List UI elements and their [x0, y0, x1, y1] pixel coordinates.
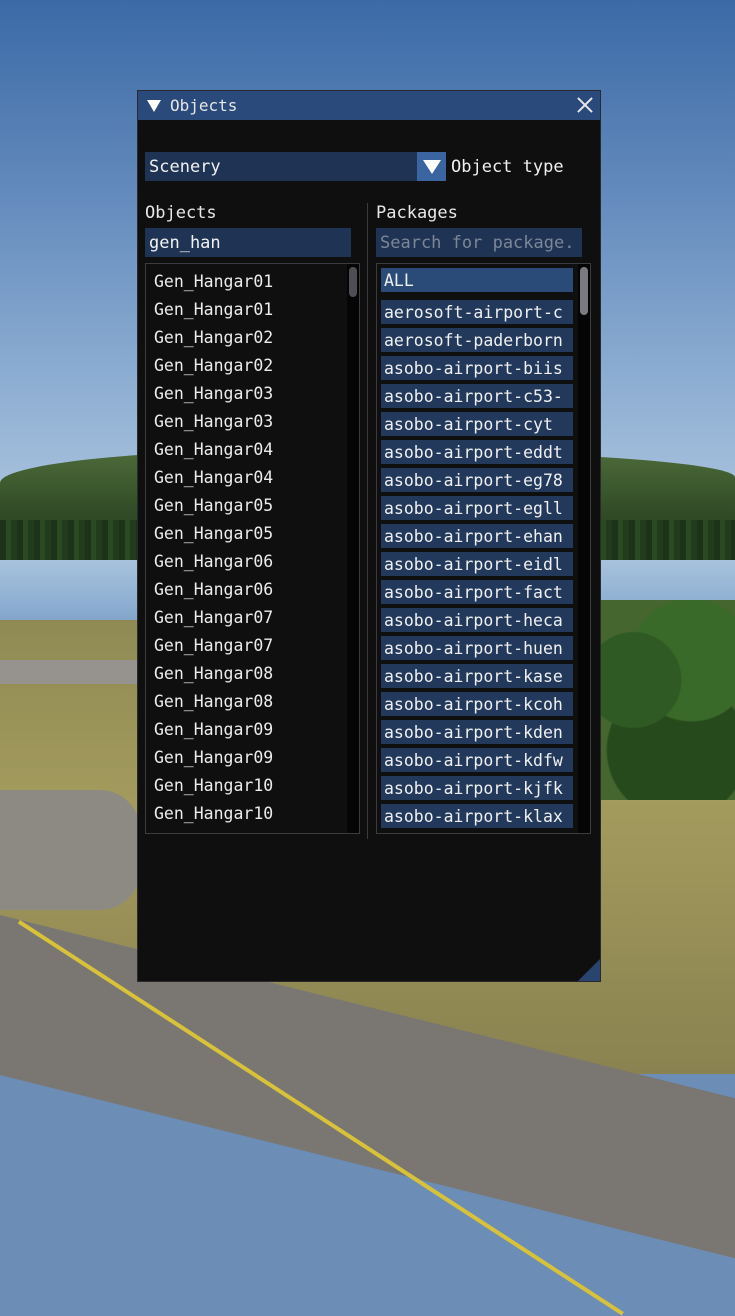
package-list-item[interactable]: asobo-airport-heca: [381, 608, 573, 632]
apron-background: [0, 790, 140, 910]
package-list-item[interactable]: asobo-airport-cyt: [381, 412, 573, 436]
taxiway-background: [0, 660, 140, 684]
object-list-item[interactable]: Gen_Hangar07: [154, 608, 273, 627]
object-list-item[interactable]: Gen_Hangar01: [154, 272, 273, 291]
object-list-item[interactable]: Gen_Hangar02: [154, 328, 273, 347]
objects-scrollbar[interactable]: [347, 264, 359, 833]
object-list-item[interactable]: Gen_Hangar06: [154, 580, 273, 599]
package-list-item[interactable]: asobo-airport-eidl: [381, 552, 573, 576]
object-list-item[interactable]: Gen_Hangar06: [154, 552, 273, 571]
object-list-item[interactable]: Gen_Hangar04: [154, 468, 273, 487]
objects-list[interactable]: Gen_Hangar01 Gen_Hangar01 Gen_Hangar02 Gen_…: [145, 263, 360, 834]
package-list-item[interactable]: asobo-airport-kcoh: [381, 692, 573, 716]
window-titlebar[interactable]: Objects: [138, 91, 600, 120]
packages-scroll-thumb[interactable]: [580, 267, 588, 315]
objects-scroll-thumb[interactable]: [349, 267, 357, 297]
object-list-item[interactable]: Gen_Hangar01: [154, 300, 273, 319]
objects-filter-input[interactable]: gen_han: [145, 228, 351, 257]
trees-background: [590, 600, 735, 800]
objects-header: Objects: [145, 203, 217, 223]
package-list-item[interactable]: asobo-airport-ehan: [381, 524, 573, 548]
object-list-item[interactable]: Gen_Hangar08: [154, 692, 273, 711]
packages-header: Packages: [376, 203, 458, 223]
object-list-item[interactable]: Gen_Hangar10: [154, 804, 273, 823]
object-list-item[interactable]: Gen_Hangar10: [154, 776, 273, 795]
package-list-item[interactable]: asobo-airport-kden: [381, 720, 573, 744]
object-list-item[interactable]: Gen_Hangar09: [154, 720, 273, 739]
package-list-item[interactable]: asobo-airport-kjfk: [381, 776, 573, 800]
object-list-item[interactable]: Gen_Hangar03: [154, 384, 273, 403]
object-list-item[interactable]: Gen_Hangar04: [154, 440, 273, 459]
package-list-item[interactable]: asobo-airport-eg78: [381, 468, 573, 492]
close-icon[interactable]: [575, 95, 595, 115]
package-list-item[interactable]: asobo-airport-biis: [381, 356, 573, 380]
package-list-item[interactable]: aerosoft-airport-c: [381, 300, 573, 324]
package-item-all[interactable]: ALL: [381, 268, 573, 292]
package-list-item[interactable]: asobo-airport-fact: [381, 580, 573, 604]
package-list-item[interactable]: asobo-airport-eddt: [381, 440, 573, 464]
package-list-item[interactable]: asobo-airport-kase: [381, 664, 573, 688]
packages-scrollbar[interactable]: [578, 264, 590, 833]
package-search-input[interactable]: Search for package.: [376, 228, 582, 257]
object-list-item[interactable]: Gen_Hangar03: [154, 412, 273, 431]
package-list-item[interactable]: asobo-airport-huen: [381, 636, 573, 660]
collapse-triangle-icon[interactable]: [147, 100, 161, 112]
object-list-item[interactable]: Gen_Hangar07: [154, 636, 273, 655]
window-title: Objects: [170, 96, 238, 115]
object-list-item[interactable]: Gen_Hangar09: [154, 748, 273, 767]
package-list-item[interactable]: asobo-airport-kdfw: [381, 748, 573, 772]
object-type-label: Object type: [451, 157, 564, 177]
objects-window: Objects Scenery Object type Objects Pack…: [137, 90, 601, 982]
object-list-item[interactable]: Gen_Hangar05: [154, 496, 273, 515]
object-type-value: Scenery: [149, 157, 221, 177]
column-divider[interactable]: [367, 203, 368, 839]
dropdown-arrow-icon[interactable]: [417, 152, 446, 181]
object-type-combo[interactable]: Scenery: [145, 152, 446, 181]
object-list-item[interactable]: Gen_Hangar08: [154, 664, 273, 683]
object-list-item[interactable]: Gen_Hangar05: [154, 524, 273, 543]
resize-grip[interactable]: [578, 959, 600, 981]
object-list-item[interactable]: Gen_Hangar02: [154, 356, 273, 375]
packages-list[interactable]: ALL aerosoft-airport-c aerosoft-paderborn a…: [376, 263, 591, 834]
package-list-item[interactable]: asobo-airport-c53-: [381, 384, 573, 408]
package-list-item[interactable]: asobo-airport-klax: [381, 804, 573, 828]
package-list-item[interactable]: aerosoft-paderborn: [381, 328, 573, 352]
package-list-item[interactable]: asobo-airport-egll: [381, 496, 573, 520]
